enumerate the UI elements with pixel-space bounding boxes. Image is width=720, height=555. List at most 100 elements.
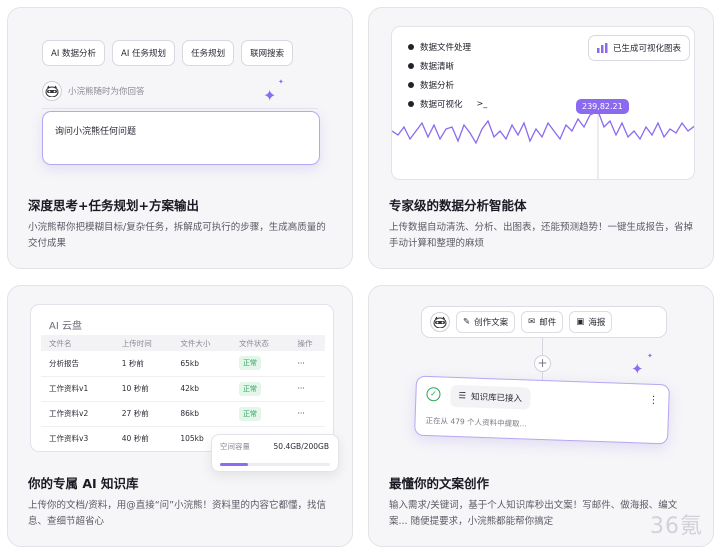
tool-label: 邮件 [539,318,557,328]
raccoon-avatar [430,312,450,332]
more-actions-icon[interactable]: ··· [289,401,325,427]
storage-value: 50.4GB/200GB [273,442,329,451]
tool-label: 海报 [588,318,606,328]
copywriting-card: ✎ 创作文案 ✉ 邮件 ▣ 海报 + ✦ ✦ ✓ ☰ 知识库已接入 ⋮ 正在从 479 … [368,285,714,547]
file-name: 分析报告 [41,351,114,377]
card-title: 你的专属 AI 知识库 [28,476,139,491]
upload-time: 10 秒前 [113,376,173,402]
more-vertical-icon[interactable]: ⋮ [648,395,658,406]
upload-time: 40 秒前 [113,426,173,451]
file-size: 42kb [172,376,231,402]
tool-label: 创作文案 [474,318,509,328]
card-desc: 小浣熊帮你把模糊目标/复杂任务，拆解成可执行的步骤，生成高质量的交付成果 [28,222,326,249]
kb-status-label: 知识库已接入 [470,392,523,405]
card-title: 深度思考+任务规划+方案输出 [28,198,199,213]
edit-doc-icon: ✎ [463,317,471,327]
card-title: 专家级的数据分析智能体 [389,198,527,213]
table-row[interactable]: 工作资料v1 10 秒前 42kb 正常 ··· [41,376,325,402]
analysis-panel: 数据文件处理 数据清晰 数据分析 数据可视化 >_ 已生成可视化图表 239,82… [391,26,695,180]
status-badge: 正常 [238,356,261,371]
column-header: 上传时间 [113,335,173,351]
assistant-hint-row: 小浣熊随时为你回答 [42,81,145,101]
email-button[interactable]: ✉ 邮件 [521,311,564,333]
prompt-input[interactable]: 询问小浣熊任何问题 [42,111,320,165]
raccoon-avatar [42,81,62,101]
chip-task-planning[interactable]: 任务规划 [182,40,235,66]
storage-popover: 空间容量 50.4GB/200GB [211,434,339,472]
step-dot [408,43,414,50]
knowledge-base-card: AI 云盘 文件名 上传时间 文件大小 文件状态 操作 分析报告 1 秒前 65… [7,285,353,547]
chip-ai-data-analysis[interactable]: AI 数据分析 [42,40,106,66]
check-icon: ✓ [426,386,441,402]
sparkle-small-icon: ✦ [278,78,284,86]
storage-progress-bar [220,463,330,466]
value-tooltip: 239,82.21 [576,99,629,114]
divider [42,108,318,109]
knowledge-base-status-card: ✓ ☰ 知识库已接入 ⋮ 正在从 479 个人资料中提取... [414,375,670,445]
table-row[interactable]: 分析报告 1 秒前 65kb 正常 ··· [41,351,325,377]
storage-progress-fill [220,463,248,466]
create-copy-button[interactable]: ✎ 创作文案 [456,311,516,333]
step-item: 数据分析 [408,75,487,94]
chip-web-search[interactable]: 联网搜索 [241,40,294,66]
upload-time: 27 秒前 [113,401,173,427]
mail-icon: ✉ [528,317,536,327]
status-badge: 正常 [238,406,261,421]
storage-label: 空间容量 [220,442,250,451]
step-dot [408,81,414,88]
table-header: 文件名 上传时间 文件大小 文件状态 操作 [41,335,325,351]
file-status: 正常 [230,376,290,402]
step-item: 数据文件处理 [408,37,487,56]
kb-progress-text: 正在从 479 个人资料中提取... [425,415,527,429]
poster-button[interactable]: ▣ 海报 [569,311,613,333]
column-header: 文件大小 [172,335,231,351]
deep-thinking-card: AI 数据分析 AI 任务规划 任务规划 联网搜索 小浣熊随时为你回答 询问小浣… [7,7,353,269]
step-item: 数据清晰 [408,56,487,75]
sparkle-icon: ✦ [263,86,277,105]
file-size: 86kb [172,401,231,427]
file-size: 65kb [172,351,231,377]
more-actions-icon[interactable]: ··· [289,351,325,377]
file-status: 正常 [230,401,290,427]
viz-generated-button[interactable]: 已生成可视化图表 [588,35,691,61]
panel-title: AI 云盘 [49,321,82,332]
data-analysis-card: 数据文件处理 数据清晰 数据分析 数据可视化 >_ 已生成可视化图表 239,82… [368,7,714,269]
step-label: 数据清晰 [420,61,455,72]
pipeline-steps: 数据文件处理 数据清晰 数据分析 数据可视化 >_ [408,37,487,113]
chip-ai-task-planning[interactable]: AI 任务规划 [112,40,176,66]
more-actions-icon[interactable]: ··· [289,376,325,402]
mode-chips: AI 数据分析 AI 任务规划 任务规划 联网搜索 [42,40,294,66]
bar-chart-icon [597,43,608,53]
knowledge-base-connected-button[interactable]: ☰ 知识库已接入 [450,384,531,410]
upload-time: 1 秒前 [113,351,173,377]
trend-line [392,110,694,145]
table-row[interactable]: 工作资料v2 27 秒前 86kb 正常 ··· [41,401,325,427]
column-header: 文件状态 [230,335,290,351]
card-desc: 上传数据自动清洗、分析、出图表，还能预测趋势！一键生成报告，省掉手动计算和整理的… [389,222,694,249]
watermark-logo: 36氪 [650,514,703,539]
step-dot [408,62,414,69]
column-header: 操作 [289,335,325,351]
viz-button-label: 已生成可视化图表 [613,44,682,54]
step-item: 数据可视化 >_ [408,94,487,113]
database-icon: ☰ [458,391,467,402]
copywriting-toolbar: ✎ 创作文案 ✉ 邮件 ▣ 海报 [421,306,667,338]
step-label: 数据文件处理 [420,42,472,53]
terminal-prompt-icon: >_ [476,99,488,108]
step-label: 数据分析 [420,80,455,91]
assistant-hint: 小浣熊随时为你回答 [68,87,145,97]
card-desc: 上传你的文档/资料，用@直接“问”小浣熊！资料里的内容它都懂，找信息、查细节超省… [28,500,327,527]
sparkle-icon: ✦ [631,360,644,378]
column-header: 文件名 [41,335,114,351]
sparkle-small-icon: ✦ [647,352,653,360]
cloud-drive-panel: AI 云盘 文件名 上传时间 文件大小 文件状态 操作 分析报告 1 秒前 65… [30,304,334,452]
file-name: 工作资料v2 [41,401,114,427]
image-icon: ▣ [576,317,585,327]
file-name: 工作资料v1 [41,376,114,402]
status-badge: 正常 [238,381,261,396]
add-icon[interactable]: + [534,355,551,372]
file-name: 工作资料v3 [41,426,114,451]
step-dot [408,100,414,107]
file-status: 正常 [230,351,290,377]
step-label: 数据可视化 [420,99,463,110]
